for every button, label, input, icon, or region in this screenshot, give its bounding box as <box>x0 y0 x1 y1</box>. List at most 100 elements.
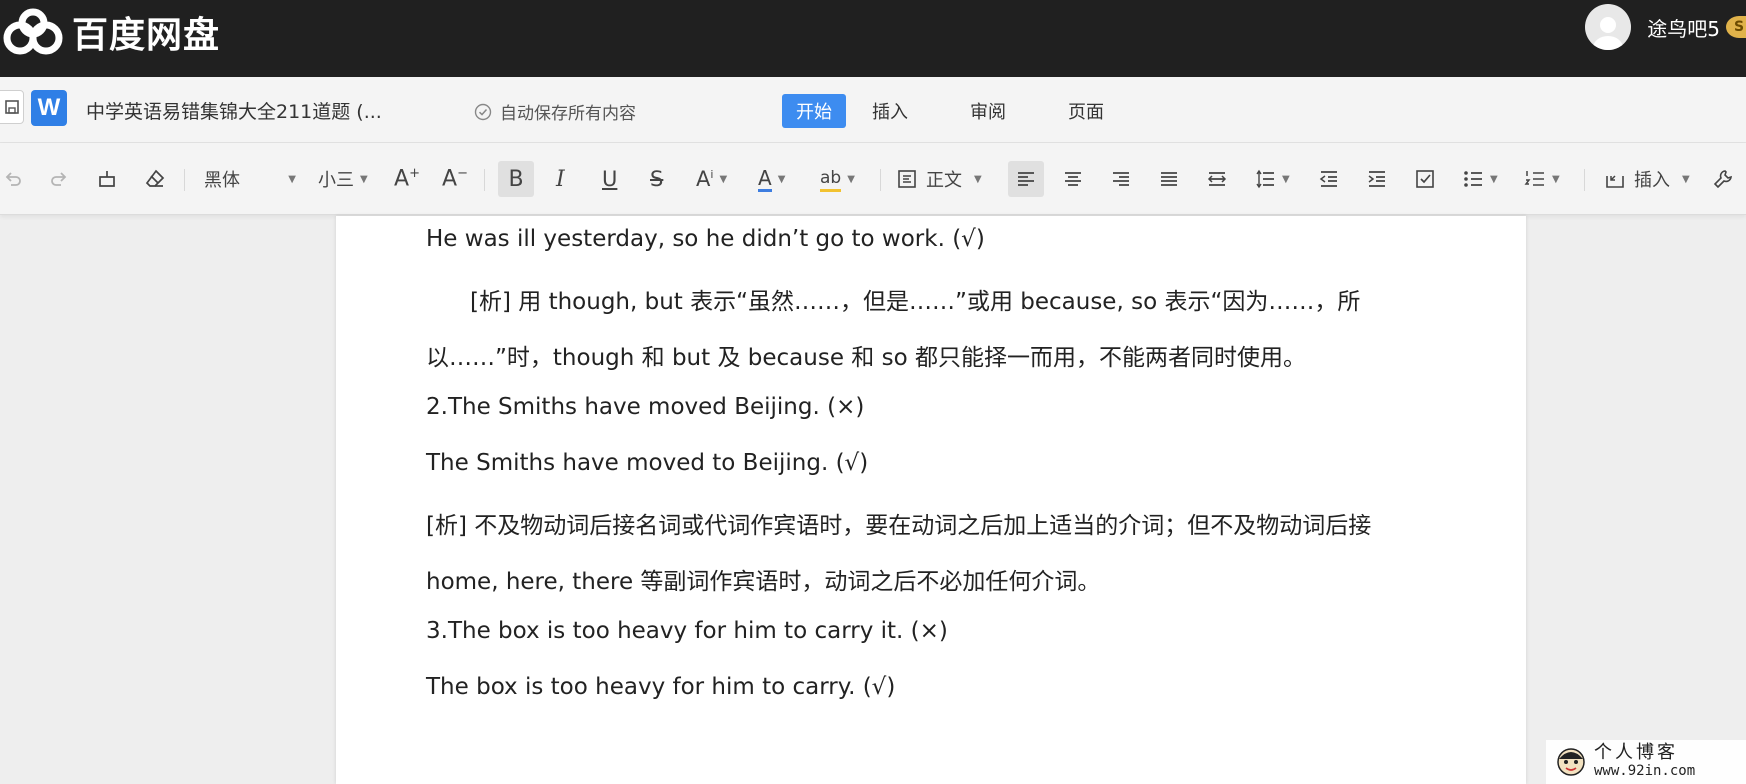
increase-font-icon: A+ <box>394 166 420 192</box>
decrease-indent-button[interactable] <box>1318 164 1340 194</box>
ribbon-tabs: 开始 插入 审阅 页面 <box>782 94 1152 128</box>
chevron-down-icon: ▼ <box>1682 173 1690 185</box>
doc-line: [析] 不及物动词后接名词或代词作宾语时，要在动词之后加上适当的介词；但不及物动… <box>426 513 1372 539</box>
autosave-text: 自动保存所有内容 <box>500 104 636 124</box>
clear-format-button[interactable] <box>144 164 166 194</box>
strikethrough-icon: S <box>650 167 664 191</box>
text-effect-icon: Ai <box>696 167 714 191</box>
user-avatar-icon <box>1593 17 1624 50</box>
italic-icon: I <box>556 166 565 192</box>
document-title[interactable]: 中学英语易错集锦大全211道题 (... <box>86 97 382 124</box>
doc-line: [析] 用 though, but 表示“虽然……，但是……”或用 becaus… <box>470 289 1361 315</box>
user-menu[interactable]: 途鸟吧5 S <box>1585 4 1746 50</box>
document-header-bar: W 中学英语易错集锦大全211道题 (... 自动保存所有内容 开始 插入 审阅… <box>0 77 1746 143</box>
autosave-status: 自动保存所有内容 <box>474 99 636 124</box>
formatting-toolbar: 黑体 ▼ 小三 ▼ A+ A− B I U S Ai ▼ A ▼ ab ▼ 正文… <box>0 143 1746 215</box>
outdent-icon <box>1319 171 1337 187</box>
align-right-icon <box>1113 172 1129 186</box>
align-center-button[interactable] <box>1062 164 1084 194</box>
text-effect-button[interactable]: Ai ▼ <box>696 164 727 194</box>
align-left-icon <box>1018 172 1034 186</box>
tab-review[interactable]: 审阅 <box>956 94 1020 128</box>
tab-page[interactable]: 页面 <box>1054 94 1118 128</box>
chevron-down-icon: ▼ <box>847 173 855 185</box>
username[interactable]: 途鸟吧5 <box>1647 13 1720 42</box>
line-spacing-icon <box>1256 169 1274 189</box>
font-family-select[interactable]: 黑体 ▼ <box>204 164 296 194</box>
chevron-down-icon: ▼ <box>1282 173 1290 185</box>
insert-icon <box>1606 175 1624 188</box>
distribute-button[interactable] <box>1206 164 1228 194</box>
checkbox-list-button[interactable] <box>1414 164 1436 194</box>
mascot-icon <box>1557 748 1585 776</box>
avatar[interactable] <box>1585 4 1632 50</box>
underline-button[interactable]: U <box>602 164 617 194</box>
chevron-down-icon: ▼ <box>777 173 786 185</box>
checkbox-icon <box>1416 170 1434 188</box>
save-icon <box>5 100 19 114</box>
numbered-list-button[interactable]: ▼ <box>1524 164 1560 194</box>
doc-line: The Smiths have moved to Beijing. (√) <box>426 450 869 476</box>
wrench-icon <box>1713 170 1732 189</box>
chevron-down-icon: ▼ <box>1490 173 1498 185</box>
insert-menu-button[interactable]: 插入 ▼ <box>1604 164 1690 194</box>
bullet-list-icon <box>1464 171 1482 187</box>
check-circle-icon <box>474 103 492 120</box>
redo-icon <box>51 172 67 186</box>
bullet-list-button[interactable]: ▼ <box>1462 164 1498 194</box>
doc-line: 2.The Smiths have moved Beijing. (×) <box>426 394 865 420</box>
decrease-font-button[interactable]: A− <box>442 164 468 194</box>
distribute-icon <box>1207 172 1227 186</box>
paragraph-style-icon <box>898 170 916 188</box>
strikethrough-button[interactable]: S <box>650 164 663 194</box>
redo-button[interactable] <box>48 164 70 194</box>
tab-start[interactable]: 开始 <box>782 94 846 128</box>
tab-insert[interactable]: 插入 <box>858 94 922 128</box>
doc-line: 3.The box is too heavy for him to carry … <box>426 618 948 644</box>
line-spacing-button[interactable]: ▼ <box>1254 164 1290 194</box>
paragraph-style-select[interactable]: 正文 ▼ <box>896 164 982 194</box>
document-page[interactable]: He was ill yesterday, so he didn’t go to… <box>336 216 1526 784</box>
undo-button[interactable] <box>2 164 24 194</box>
chevron-down-icon: ▼ <box>360 173 368 185</box>
save-button[interactable] <box>0 90 24 124</box>
insert-menu-label: 插入 <box>1634 170 1670 191</box>
bold-button[interactable]: B <box>498 161 534 197</box>
font-size-select[interactable]: 小三 ▼ <box>318 164 368 194</box>
baidu-netdisk-logo[interactable]: 百度网盘 <box>2 6 220 58</box>
indent-icon <box>1368 171 1385 187</box>
cloud-logo-icon <box>3 8 63 55</box>
align-right-button[interactable] <box>1110 164 1132 194</box>
font-family-value: 黑体 <box>204 170 240 191</box>
tools-button[interactable] <box>1712 164 1734 194</box>
decrease-font-icon: A− <box>442 166 468 192</box>
doc-line: The box is too heavy for him to carry. (… <box>426 674 896 700</box>
increase-indent-button[interactable] <box>1366 164 1388 194</box>
justify-button[interactable] <box>1158 164 1180 194</box>
highlight-icon: ab <box>820 167 842 192</box>
chevron-down-icon: ▼ <box>288 173 296 185</box>
chevron-down-icon: ▼ <box>974 173 982 185</box>
eraser-icon <box>145 169 165 187</box>
italic-button[interactable]: I <box>556 164 565 194</box>
vip-badge[interactable]: S <box>1726 16 1746 38</box>
paragraph-style-value: 正文 <box>926 170 962 191</box>
justify-icon <box>1161 172 1177 186</box>
highlight-button[interactable]: ab ▼ <box>820 164 855 194</box>
format-painter-button[interactable] <box>96 164 118 194</box>
undo-icon <box>5 172 21 186</box>
format-painter-icon <box>99 171 115 187</box>
align-left-button[interactable] <box>1008 161 1044 197</box>
font-color-button[interactable]: A ▼ <box>758 164 785 194</box>
doc-line: 以……”时，though 和 but 及 because 和 so 都只能择一而… <box>426 345 1306 371</box>
watermark: 个人博客 www.92in.com <box>1546 740 1746 784</box>
chevron-down-icon: ▼ <box>719 173 728 185</box>
watermark-title: 个人博客 <box>1594 742 1678 763</box>
doc-line: home, here, there 等副词作宾语时，动词之后不必加任何介词。 <box>426 569 1101 595</box>
increase-font-button[interactable]: A+ <box>394 164 420 194</box>
numbered-list-icon <box>1524 171 1544 186</box>
watermark-url: www.92in.com <box>1594 763 1696 779</box>
align-center-icon <box>1065 172 1081 186</box>
bold-icon: B <box>508 166 524 192</box>
underline-icon: U <box>602 167 618 191</box>
